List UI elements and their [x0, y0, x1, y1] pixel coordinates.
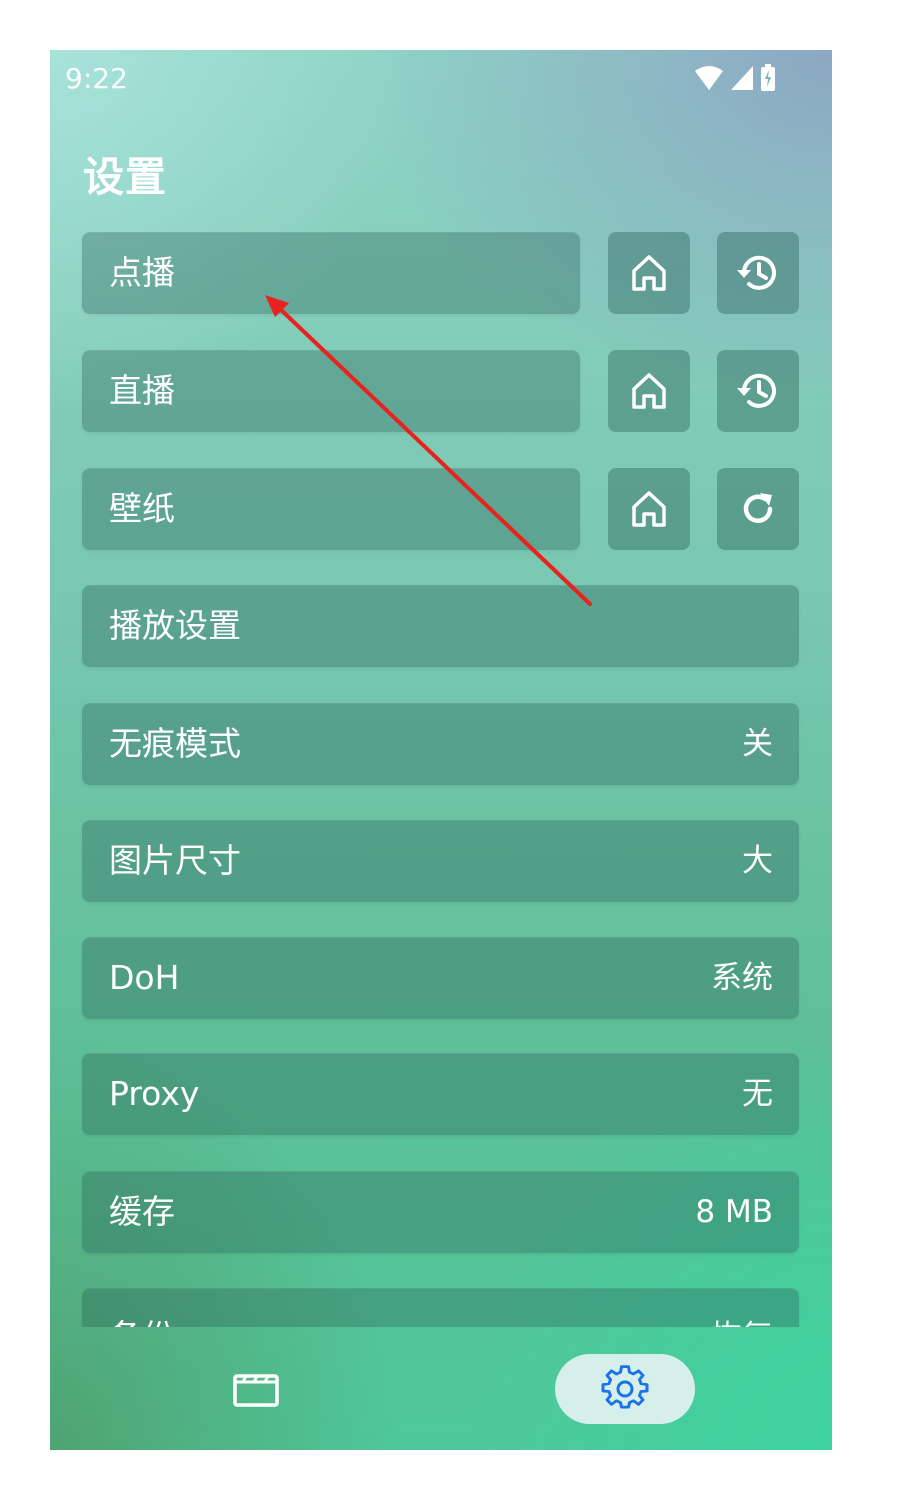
settings-list[interactable]: 点播 直播 壁纸 播放设置 无痕模式 关 图片尺寸 大 DoH 系统 Proxy…	[50, 230, 832, 1327]
nav-vod-tab[interactable]	[220, 1362, 292, 1414]
incognito-value: 关	[742, 726, 773, 762]
home-icon	[632, 373, 666, 409]
incognito-button[interactable]: 无痕模式 关	[82, 703, 799, 785]
refresh-icon	[743, 493, 773, 523]
live-home-button[interactable]	[608, 350, 690, 432]
live-button[interactable]: 直播	[82, 350, 580, 432]
clapperboard-icon	[233, 1374, 279, 1407]
wifi-icon	[695, 66, 723, 90]
wallpaper-home-button[interactable]	[608, 468, 690, 550]
image-size-row: 图片尺寸 大	[82, 820, 799, 902]
cache-label: 缓存	[109, 1192, 175, 1231]
player-settings-label: 播放设置	[109, 606, 241, 645]
incognito-row: 无痕模式 关	[82, 703, 799, 785]
signal-icon	[731, 66, 753, 90]
vod-home-button[interactable]	[608, 232, 690, 314]
phone-screen: 9:22 设置 点播 直播 壁纸 播放设置 无痕模式 关 图片尺寸 大 DoH …	[50, 50, 832, 1450]
backup-value: 恢复	[711, 1296, 773, 1327]
image-size-label: 图片尺寸	[109, 841, 241, 880]
player-settings-button[interactable]: 播放设置	[82, 585, 799, 667]
status-icons	[694, 64, 776, 92]
image-size-button[interactable]: 图片尺寸 大	[82, 820, 799, 902]
home-icon	[632, 491, 666, 527]
wallpaper-row: 壁纸	[82, 468, 799, 550]
history-icon	[737, 373, 776, 408]
home-icon	[632, 255, 666, 291]
cache-row: 缓存 8 MB	[82, 1171, 799, 1253]
doh-row: DoH 系统	[82, 937, 799, 1019]
status-time: 9:22	[65, 62, 128, 95]
proxy-label: Proxy	[109, 1074, 200, 1113]
vod-button[interactable]: 点播	[82, 232, 580, 314]
backup-button[interactable]: 备份 恢复	[82, 1288, 799, 1327]
vod-label: 点播	[109, 253, 175, 292]
doh-button[interactable]: DoH 系统	[82, 937, 799, 1019]
proxy-row: Proxy 无	[82, 1053, 799, 1135]
wallpaper-button[interactable]: 壁纸	[82, 468, 580, 550]
page-title: 设置	[83, 153, 167, 201]
live-row: 直播	[82, 350, 799, 432]
bottom-nav	[50, 1327, 832, 1450]
image-size-value: 大	[742, 843, 773, 879]
gear-icon	[601, 1365, 649, 1409]
history-icon	[737, 255, 776, 290]
backup-row: 备份 恢复	[82, 1288, 799, 1327]
backup-label: 备份	[109, 1296, 175, 1327]
incognito-label: 无痕模式	[109, 724, 241, 763]
nav-settings-tab[interactable]	[555, 1354, 695, 1424]
doh-label: DoH	[109, 958, 180, 997]
live-label: 直播	[109, 371, 175, 410]
player-settings-row: 播放设置	[82, 585, 799, 667]
cache-value: 8 MB	[695, 1194, 773, 1230]
cache-button[interactable]: 缓存 8 MB	[82, 1171, 799, 1253]
wallpaper-label: 壁纸	[109, 489, 175, 528]
doh-value: 系统	[711, 960, 773, 996]
vod-row: 点播	[82, 232, 799, 314]
proxy-button[interactable]: Proxy 无	[82, 1053, 799, 1135]
battery-icon	[761, 64, 775, 91]
live-history-button[interactable]	[717, 350, 799, 432]
vod-history-button[interactable]	[717, 232, 799, 314]
wallpaper-refresh-button[interactable]	[717, 468, 799, 550]
status-bar: 9:22	[50, 50, 832, 106]
proxy-value: 无	[742, 1076, 773, 1112]
